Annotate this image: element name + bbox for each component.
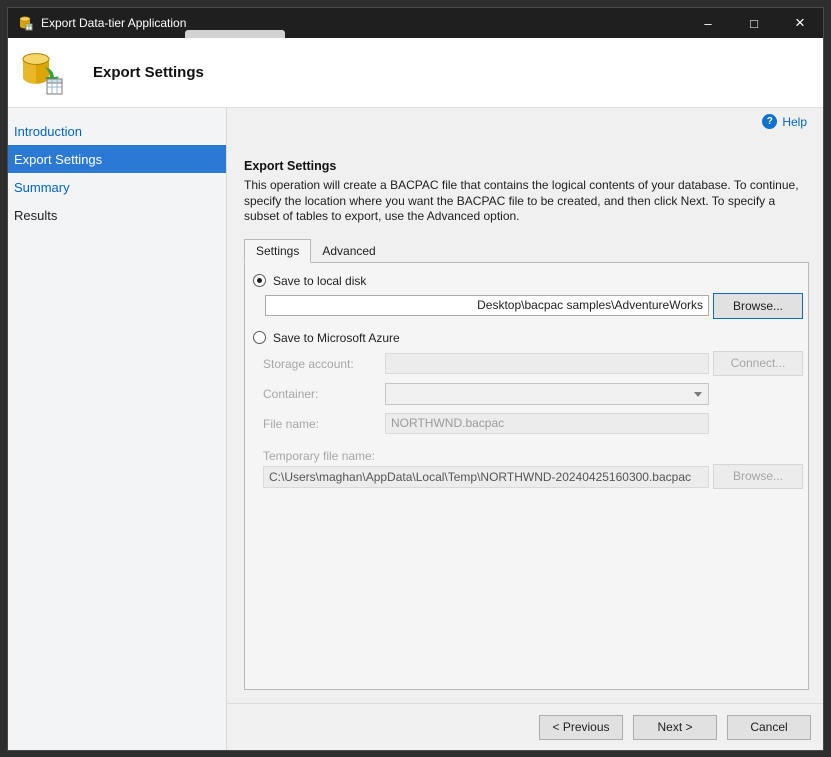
previous-button[interactable]: < Previous (539, 715, 623, 740)
tab-advanced[interactable]: Advanced (311, 240, 386, 262)
container-dropdown (385, 383, 709, 405)
save-azure-label: Save to Microsoft Azure (273, 331, 400, 345)
radio-unselected-icon (253, 331, 266, 344)
window-title: Export Data-tier Application (41, 16, 186, 30)
connect-button: Connect... (713, 351, 803, 376)
settings-tabs: Settings Advanced (244, 239, 823, 262)
wizard-header: Export Settings (8, 38, 823, 108)
sidebar-item-introduction[interactable]: Introduction (8, 117, 226, 145)
content-area: Introduction Export Settings Summary Res… (8, 108, 823, 750)
sidebar-item-results[interactable]: Results (8, 201, 226, 229)
wizard-steps-sidebar: Introduction Export Settings Summary Res… (8, 108, 227, 750)
close-button[interactable]: × (777, 8, 823, 38)
window-controls: – □ × (685, 8, 823, 38)
storage-account-input (385, 353, 709, 374)
temp-file-name-label: Temporary file name: (263, 449, 375, 463)
background-window-tab (185, 30, 285, 38)
local-path-input[interactable] (265, 295, 709, 316)
export-dialog-window: Export Data-tier Application – □ × Expor… (8, 8, 823, 750)
app-icon (17, 15, 33, 31)
titlebar: Export Data-tier Application – □ × (8, 8, 823, 38)
section-title: Export Settings (244, 159, 823, 173)
settings-tab-panel: Save to local disk Browse... Save to Mic… (244, 262, 809, 690)
minimize-button[interactable]: – (685, 8, 731, 38)
wizard-footer: < Previous Next > Cancel (227, 703, 823, 750)
sidebar-item-summary[interactable]: Summary (8, 173, 226, 201)
spacer (227, 690, 823, 703)
maximize-button[interactable]: □ (731, 8, 777, 38)
save-azure-radio[interactable]: Save to Microsoft Azure (253, 331, 400, 345)
export-database-icon (18, 49, 66, 97)
save-local-disk-radio[interactable]: Save to local disk (253, 274, 366, 288)
chevron-down-icon (694, 392, 702, 397)
local-browse-button[interactable]: Browse... (713, 293, 803, 319)
save-local-disk-label: Save to local disk (273, 274, 366, 288)
radio-selected-icon (253, 274, 266, 287)
help-icon: ? (762, 114, 777, 129)
file-name-label: File name: (263, 417, 319, 431)
tab-settings[interactable]: Settings (244, 239, 311, 263)
help-row: ? Help (227, 108, 823, 135)
container-label: Container: (263, 387, 318, 401)
page-title: Export Settings (93, 64, 204, 81)
file-name-input (385, 413, 709, 434)
sidebar-item-export-settings[interactable]: Export Settings (8, 145, 226, 173)
storage-account-label: Storage account: (263, 357, 354, 371)
cancel-button[interactable]: Cancel (727, 715, 811, 740)
temp-browse-button: Browse... (713, 464, 803, 489)
section-description: This operation will create a BACPAC file… (244, 178, 805, 225)
help-link[interactable]: Help (782, 115, 807, 129)
main-panel: ? Help Export Settings This operation wi… (227, 108, 823, 750)
temp-file-name-input (263, 466, 709, 488)
next-button[interactable]: Next > (633, 715, 717, 740)
